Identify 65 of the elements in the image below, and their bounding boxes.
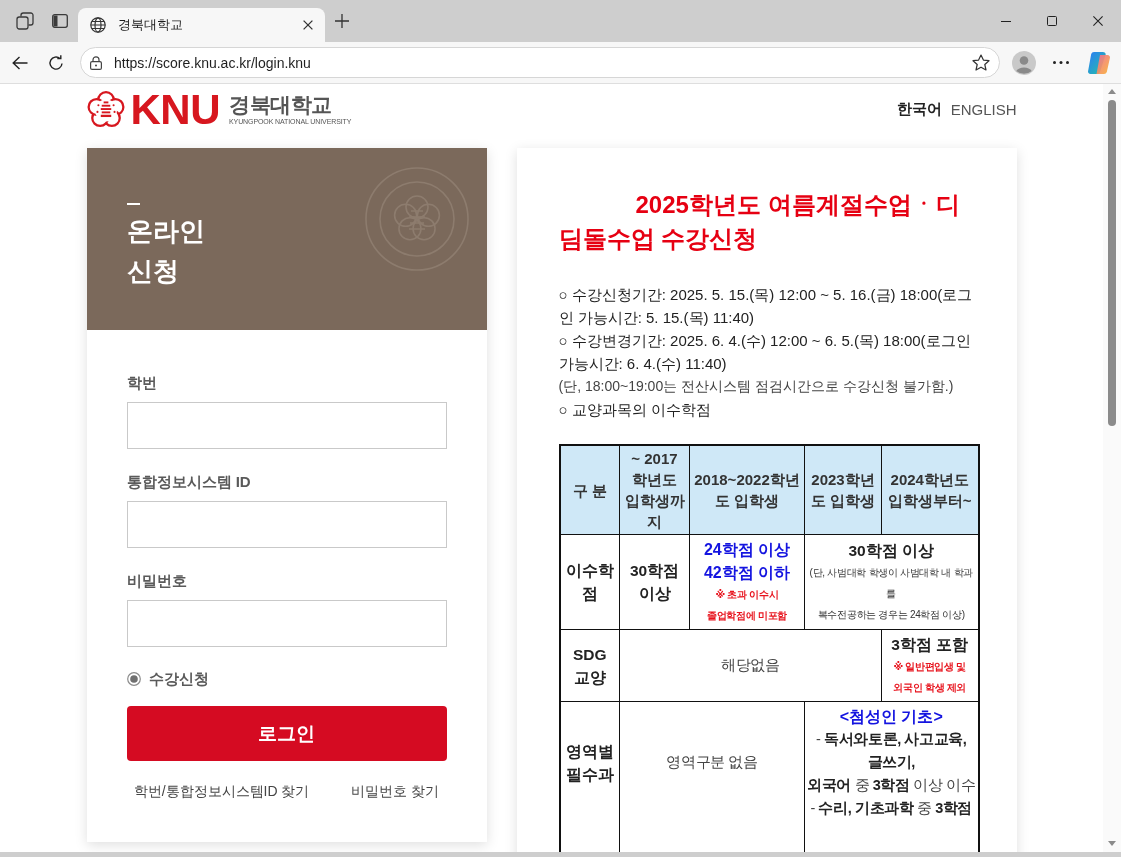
overlapping-squares-icon [16,12,34,30]
input-field[interactable] [126,402,447,449]
column-header: 2023학년도 입학생 [804,445,882,535]
column-header: 구 분 [559,445,620,535]
notice-note: (단, 18:00~19:00는 전산시스템 점검시간으로 수강신청 불가함.) [558,377,955,396]
maximize-icon [1047,16,1057,26]
field-label: 통합정보시스템 ID [126,472,252,492]
highlight-text: 42학점 이하 [702,563,792,583]
globe-icon [90,17,106,33]
close-icon [1093,16,1103,26]
scrollbar-thumb[interactable] [1108,100,1116,426]
footnote-text: 복수전공하는 경우는 24학점 이상) [816,608,966,622]
highlight-text: 24학점 이상 [702,540,792,560]
notice-item: ○ 수강신청기간: 2025. 5. 15.(목) 12:00 ~ 5. 16.(금) 18:00(로그인 가능시간: 5. 15.(목) 11:40) [558,285,974,328]
scroll-down-icon[interactable] [1108,841,1116,846]
star-icon [972,54,990,71]
row-header-cell: 이수학점 [559,534,620,630]
column-header: 2018~2022학년도 입학생 [689,445,805,535]
close-icon [303,20,313,30]
avatar-icon [1012,50,1036,75]
more-icon [1053,61,1069,64]
scroll-up-icon[interactable] [1108,89,1116,94]
logo-wordmark: KNU [130,91,220,128]
column-header: 2024학년도 입학생부터~ [881,445,979,535]
warning-note: ※ 일반편입생 및 외국인 학생 제외 [892,660,968,695]
refresh-icon [48,54,64,71]
input-field[interactable] [126,600,447,647]
window-panel-icon [52,14,68,28]
notice-item: ○ 교양과목의 이수학점 [558,400,712,420]
address-bar[interactable]: https://score.knu.ac.kr/login.knu [80,47,1000,78]
column-header: ~ 2017 학년도 입학생까지 [619,445,690,535]
warning-note: ※ 초과 이수시 졸업학점에 미포함 [705,588,789,623]
radio-option[interactable]: 수강신청 [126,669,209,689]
cell-text: 외국어 중 3학점 이상 이수 [807,776,976,795]
help-link[interactable]: 비밀번호 찾기 [351,782,440,800]
language-link[interactable]: 한국어 [896,100,942,119]
help-link[interactable]: 학번/통합정보시스템ID 찾기 [133,782,310,800]
flower-emblem-icon [86,90,125,129]
cell-text: 30학점 이상 [847,541,936,561]
back-arrow-icon [12,55,28,70]
notice-title: 2025학년도 여름계절수업ㆍ디딤돌수업 수강신청 [558,190,961,254]
login-button[interactable]: 로그인 [126,706,447,761]
table-cell: 30학점 이상 [619,534,690,630]
highlight-text: <첨성인 기초> [838,707,944,727]
language-link[interactable]: ENGLISH [950,101,1017,118]
swirl-logo-icon [1087,50,1111,75]
input-field[interactable] [126,501,447,548]
field-label: 비밀번호 [126,571,188,591]
accent-line [126,203,140,205]
logo-title: 경북대학교 [229,93,333,117]
table-cell: 해당없음 [619,629,882,702]
tab-title: 경북대학교 [118,16,184,34]
cell-text: - 독서와토론, 사고교육, 글쓰기, [815,730,968,772]
minimize-icon [1001,20,1011,22]
row-header-cell: SDG 교양 [559,629,620,702]
cell-text: 3학점 포함 [890,635,970,655]
notice-item: ○ 수강변경기간: 2025. 6. 4.(수) 12:00 ~ 6. 5.(목) 18:00(로그인 가능시간: 6. 4.(수) 11:40) [558,331,972,374]
lock-icon [90,55,102,70]
browser-tab[interactable]: 경북대학교 [78,8,325,42]
url-text: https://score.knu.ac.kr/login.knu [114,54,312,71]
panel-title: 온라인 신청 [126,215,206,288]
footnote-text: (단, 사범대학 학생이 사범대학 내 학과를 [808,566,974,601]
cell-text: - 수리, 기초과학 중 3학점 [809,799,974,818]
plus-icon [335,14,349,28]
field-label: 학번 [126,373,158,393]
